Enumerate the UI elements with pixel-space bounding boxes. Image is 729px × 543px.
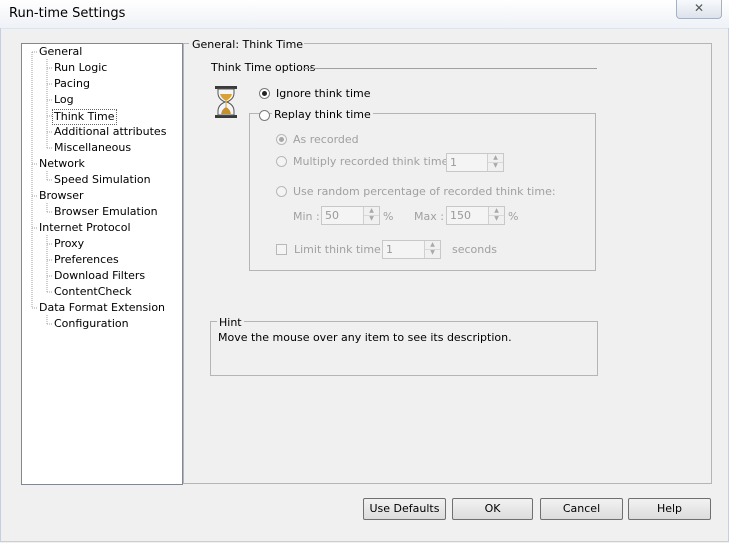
random-percentage-radio[interactable] xyxy=(276,186,287,197)
tree-item-data-format-extension[interactable]: Data Format Extension xyxy=(39,301,165,315)
multiply-radio[interactable] xyxy=(276,156,287,167)
min-label: Min : xyxy=(293,210,320,223)
tree-item-configuration[interactable]: Configuration xyxy=(54,317,129,331)
tree-item-log[interactable]: Log xyxy=(54,93,74,107)
min-percent-unit: % xyxy=(383,210,394,223)
cancel-button[interactable]: Cancel xyxy=(540,498,623,520)
multiply-spinner[interactable]: 1 ▲ ▼ xyxy=(446,153,504,172)
tree-item-miscellaneous[interactable]: Miscellaneous xyxy=(54,141,131,155)
max-percent-unit: % xyxy=(508,210,519,223)
hourglass-icon xyxy=(215,86,237,118)
hint-group xyxy=(210,321,598,376)
spin-down-icon[interactable]: ▼ xyxy=(489,215,504,223)
ignore-think-time-radio[interactable] xyxy=(259,88,270,99)
tree-item-general[interactable]: General xyxy=(39,45,82,59)
spin-down-icon[interactable]: ▼ xyxy=(364,215,379,223)
min-value: 50 xyxy=(325,209,339,222)
max-spinner[interactable]: 150 ▲ ▼ xyxy=(446,206,505,225)
use-defaults-button[interactable]: Use Defaults xyxy=(363,498,446,520)
tree-item-network[interactable]: Network xyxy=(39,157,85,171)
section-divider xyxy=(303,68,597,69)
panel-border-top-right xyxy=(291,43,711,44)
spin-down-icon[interactable]: ▼ xyxy=(488,162,503,170)
window-title: Run-time Settings xyxy=(9,6,126,21)
panel-caption: General: Think Time xyxy=(191,38,305,51)
max-value: 150 xyxy=(450,209,471,222)
section-label: Think Time options xyxy=(211,61,316,74)
replay-think-time-label[interactable]: Replay think time xyxy=(272,108,373,121)
hint-text: Move the mouse over any item to see its … xyxy=(218,331,512,344)
tree-item-browser-emulation[interactable]: Browser Emulation xyxy=(54,205,158,219)
tree-item-speed-simulation[interactable]: Speed Simulation xyxy=(54,173,151,187)
tree-item-download-filters[interactable]: Download Filters xyxy=(54,269,145,283)
random-percentage-label: Use random percentage of recorded think … xyxy=(293,185,556,198)
spin-down-icon[interactable]: ▼ xyxy=(425,249,440,257)
tree-item-browser[interactable]: Browser xyxy=(39,189,84,203)
tree-item-pacing[interactable]: Pacing xyxy=(54,77,90,91)
tree-item-internet-protocol[interactable]: Internet Protocol xyxy=(39,221,131,235)
help-button[interactable]: Help xyxy=(628,498,711,520)
ignore-think-time-label[interactable]: Ignore think time xyxy=(276,87,371,100)
limit-value: 1 xyxy=(386,243,393,256)
tree-item-proxy[interactable]: Proxy xyxy=(54,237,84,251)
close-icon: ✕ xyxy=(693,1,705,15)
hint-caption: Hint xyxy=(217,316,244,329)
multiply-value: 1 xyxy=(450,156,457,169)
limit-think-time-checkbox[interactable] xyxy=(276,244,287,255)
replay-think-time-radio[interactable] xyxy=(259,110,270,121)
seconds-unit: seconds xyxy=(452,243,497,256)
min-spinner[interactable]: 50 ▲ ▼ xyxy=(321,206,380,225)
tree-item-additional-attributes[interactable]: Additional attributes xyxy=(54,125,166,139)
as-recorded-radio[interactable] xyxy=(276,134,287,145)
panel-border-top xyxy=(183,43,189,44)
max-label: Max : xyxy=(414,210,444,223)
tree-item-contentcheck[interactable]: ContentCheck xyxy=(54,285,132,299)
close-button[interactable]: ✕ xyxy=(676,0,722,19)
tree-item-preferences[interactable]: Preferences xyxy=(54,253,119,267)
settings-tree[interactable]: General Run Logic Pacing Log Think Time … xyxy=(21,43,183,485)
tree-item-run-logic[interactable]: Run Logic xyxy=(54,61,107,75)
limit-spinner[interactable]: 1 ▲ ▼ xyxy=(382,240,441,259)
as-recorded-label: As recorded xyxy=(293,133,359,146)
ok-button[interactable]: OK xyxy=(452,498,533,520)
tree-item-think-time[interactable]: Think Time xyxy=(52,109,117,125)
multiply-label: Multiply recorded think time by: xyxy=(293,155,469,168)
